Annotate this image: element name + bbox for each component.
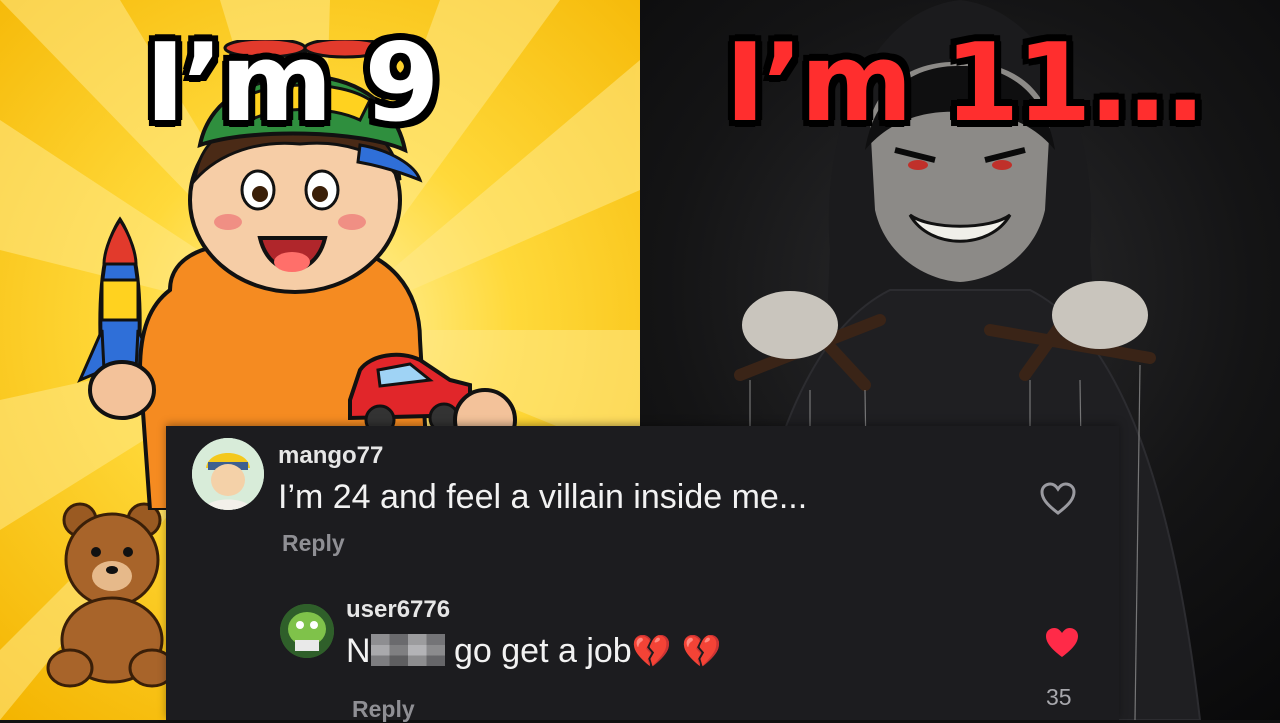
- user6776-reply-button[interactable]: Reply: [352, 696, 415, 723]
- mango77-username[interactable]: mango77: [278, 442, 383, 470]
- comment-text-prefix: N: [346, 632, 371, 670]
- heart-filled-icon[interactable]: [1044, 626, 1080, 660]
- censored-word-blur: [370, 634, 445, 666]
- comment-card: mango77 I’m 24 and feel a villain inside…: [166, 426, 1119, 723]
- mango77-comment-text: I’m 24 and feel a villain inside me...: [278, 478, 808, 516]
- mango77-avatar[interactable]: [192, 438, 264, 510]
- left-headline: I’m 9: [145, 21, 439, 146]
- teddy-bear-illustration: [46, 502, 176, 688]
- user6776-username[interactable]: user6776: [346, 596, 450, 624]
- mango77-reply-button[interactable]: Reply: [282, 530, 345, 557]
- right-headline: I’m 11...: [725, 21, 1206, 146]
- user6776-comment-text: N go get a job💔 💔: [346, 632, 722, 671]
- avatar-image: [280, 604, 334, 658]
- heart-outline-icon[interactable]: [1040, 482, 1076, 516]
- broken-heart-emoji: 💔 💔: [631, 632, 722, 670]
- like-count: 35: [1046, 684, 1072, 710]
- user6776-avatar[interactable]: [280, 604, 334, 658]
- avatar-image: [192, 438, 264, 510]
- comment-text-suffix: go get a job: [444, 632, 632, 670]
